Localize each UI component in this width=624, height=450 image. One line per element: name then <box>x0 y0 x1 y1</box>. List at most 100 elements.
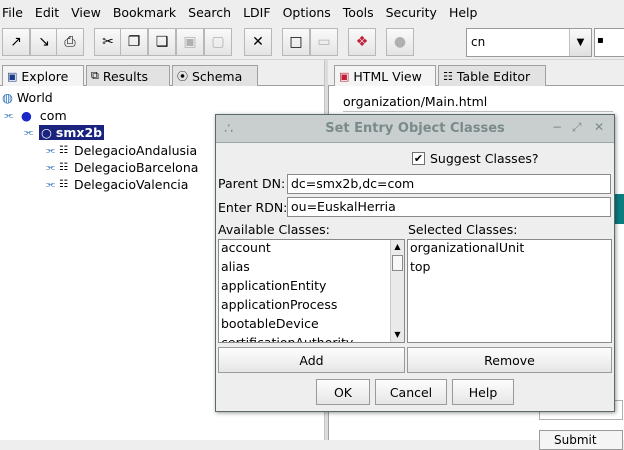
delete-icon[interactable]: ✕ <box>244 28 272 56</box>
binoculars-icon: ⧉ <box>91 69 99 82</box>
list-item[interactable]: bootableDevice <box>219 316 404 335</box>
suggest-classes-label: Suggest Classes? <box>430 151 539 166</box>
tab-results[interactable]: ⧉ Results <box>86 65 170 86</box>
tree-node-child-label: DelegacioValencia <box>73 177 189 192</box>
tree-node-smx2b-label: smx2b <box>55 125 103 140</box>
html-icon: ▣ <box>339 69 350 83</box>
checkmark-icon: ✔ <box>412 152 425 165</box>
minimize-icon[interactable]: − <box>552 120 562 134</box>
tab-table-editor-label: Table Editor <box>456 68 531 84</box>
tab-table-editor[interactable]: ☷ Table Editor <box>438 65 546 86</box>
expand-handle-icon[interactable]: ⫘ <box>46 179 55 190</box>
cut-icon[interactable]: ✂ <box>94 28 122 56</box>
selected-classes-list[interactable]: organizationalUnit top <box>407 239 612 343</box>
rdn-field[interactable]: ou=EuskalHerria <box>287 197 611 217</box>
suggest-classes-checkbox[interactable]: ✔ Suggest Classes? <box>412 151 539 166</box>
org-unit-icon: ☷ <box>59 179 68 190</box>
cancel-button[interactable]: Cancel <box>375 379 447 405</box>
help-button[interactable]: Help <box>452 379 514 405</box>
tab-html-view-label: HTML View <box>353 68 422 84</box>
list-item[interactable]: applicationProcess <box>219 297 404 316</box>
set-object-classes-dialog: ∴ Set Entry Object Classes − ⤢ ✕ ✔ Sugge… <box>215 114 615 412</box>
submit-button[interactable]: Submit <box>539 430 623 450</box>
org-unit-icon: ☷ <box>59 145 68 156</box>
copy-icon[interactable]: ❐ <box>120 28 148 56</box>
tree-node-world[interactable]: ◍ World <box>2 90 53 105</box>
tree-node-child[interactable]: ⫘ ☷ DelegacioAndalusia <box>46 143 197 158</box>
table-icon: ☷ <box>443 69 453 83</box>
scroll-thumb[interactable] <box>392 255 403 271</box>
expand-handle-icon[interactable]: ⫘ <box>4 110 13 121</box>
tab-html-view[interactable]: ▣ HTML View <box>334 65 436 86</box>
copy-dn-icon[interactable]: ❑ <box>148 28 176 56</box>
globe-icon: ◍ <box>2 90 13 105</box>
available-scrollbar[interactable]: ▲ ▼ <box>390 240 404 342</box>
domain-dot-icon: ● <box>21 108 32 123</box>
rename-icon[interactable]: ▭ <box>310 28 338 56</box>
connect-icon[interactable]: ↗ <box>2 28 30 56</box>
left-tab-strip: ▣ Explore ⧉ Results ⦿ Schema <box>0 64 324 86</box>
disconnect-icon[interactable]: ↘ <box>30 28 58 56</box>
list-item[interactable]: applicationEntity <box>219 278 404 297</box>
expand-handle-icon[interactable]: ⫘ <box>24 127 33 138</box>
paste-icon[interactable]: ▣ <box>176 28 204 56</box>
tree-node-com[interactable]: ⫘ ● com <box>4 108 67 123</box>
menu-help[interactable]: Help <box>447 5 482 20</box>
tab-schema[interactable]: ⦿ Schema <box>172 65 258 86</box>
paste-alias-icon[interactable]: ▢ <box>204 28 232 56</box>
tree-node-world-label: World <box>16 90 53 105</box>
tree-icon: ▣ <box>7 69 18 83</box>
available-classes-label: Available Classes: <box>218 222 330 237</box>
tab-explore-label: Explore <box>21 68 69 84</box>
quick-search-combo[interactable]: ▪ <box>594 28 624 57</box>
tree-node-child[interactable]: ⫘ ☷ DelegacioBarcelona <box>46 160 198 175</box>
tab-schema-label: Schema <box>192 68 243 84</box>
chevron-down-icon[interactable]: ▼ <box>569 29 591 56</box>
expand-handle-icon[interactable]: ⫘ <box>46 145 55 156</box>
menu-file[interactable]: File <box>0 5 27 20</box>
dialog-title-bar[interactable]: ∴ Set Entry Object Classes − ⤢ ✕ <box>216 115 614 143</box>
ok-button[interactable]: OK <box>316 379 370 405</box>
parent-dn-label: Parent DN: <box>218 176 286 191</box>
rdn-label: Enter RDN: <box>218 200 288 215</box>
list-item[interactable]: organizationalUnit <box>408 240 611 259</box>
toolbar: ↗ ↘ ⎙ ✂ ❐ ❑ ▣ ▢ ✕ □ ▭ ❖ ● cn ▼ ▪ <box>0 24 624 60</box>
menu-search[interactable]: Search <box>186 5 235 20</box>
tree-node-child-label: DelegacioBarcelona <box>73 160 199 175</box>
scroll-up-icon[interactable]: ▲ <box>391 240 404 254</box>
expand-handle-icon[interactable]: ⫘ <box>46 162 55 173</box>
scroll-down-icon[interactable]: ▼ <box>391 328 404 342</box>
tab-explore[interactable]: ▣ Explore <box>2 65 84 86</box>
list-item[interactable]: top <box>408 259 611 278</box>
menu-security[interactable]: Security <box>384 5 441 20</box>
tree-node-child[interactable]: ⫘ ☷ DelegacioValencia <box>46 177 188 192</box>
list-item[interactable]: alias <box>219 259 404 278</box>
org-unit-icon: ☷ <box>59 162 68 173</box>
tab-results-label: Results <box>102 68 148 84</box>
menu-ldif[interactable]: LDIF <box>241 5 274 20</box>
available-classes-list[interactable]: account alias applicationEntity applicat… <box>218 239 405 343</box>
stop-icon[interactable]: ● <box>386 28 414 56</box>
tree-node-child-label: DelegacioAndalusia <box>73 143 198 158</box>
domain-ring-icon: ○ <box>41 125 52 140</box>
menu-tools[interactable]: Tools <box>341 5 378 20</box>
list-item[interactable]: certificationAuthority <box>219 335 404 342</box>
search-attribute-combo[interactable]: cn ▼ <box>466 28 592 57</box>
menu-bookmark[interactable]: Bookmark <box>111 5 180 20</box>
remove-button[interactable]: Remove <box>407 347 612 373</box>
maximize-icon[interactable]: ⤢ <box>572 120 582 135</box>
new-entry-icon[interactable]: □ <box>282 28 310 56</box>
tree-node-smx2b-selected: ○ smx2b <box>39 125 105 140</box>
selected-classes-label: Selected Classes: <box>408 222 518 237</box>
menu-options[interactable]: Options <box>281 5 335 20</box>
parent-dn-field[interactable]: dc=smx2b,dc=com <box>287 174 611 194</box>
tree-node-com-label: com <box>39 108 67 123</box>
list-item[interactable]: account <box>219 240 404 259</box>
menu-edit[interactable]: Edit <box>33 5 63 20</box>
tree-node-smx2b[interactable]: ⫘ ○ smx2b <box>24 125 105 140</box>
close-icon[interactable]: ✕ <box>594 120 604 134</box>
add-button[interactable]: Add <box>218 347 405 373</box>
refresh-icon[interactable]: ❖ <box>348 28 376 56</box>
print-icon[interactable]: ⎙ <box>56 28 84 56</box>
menu-view[interactable]: View <box>69 5 105 20</box>
